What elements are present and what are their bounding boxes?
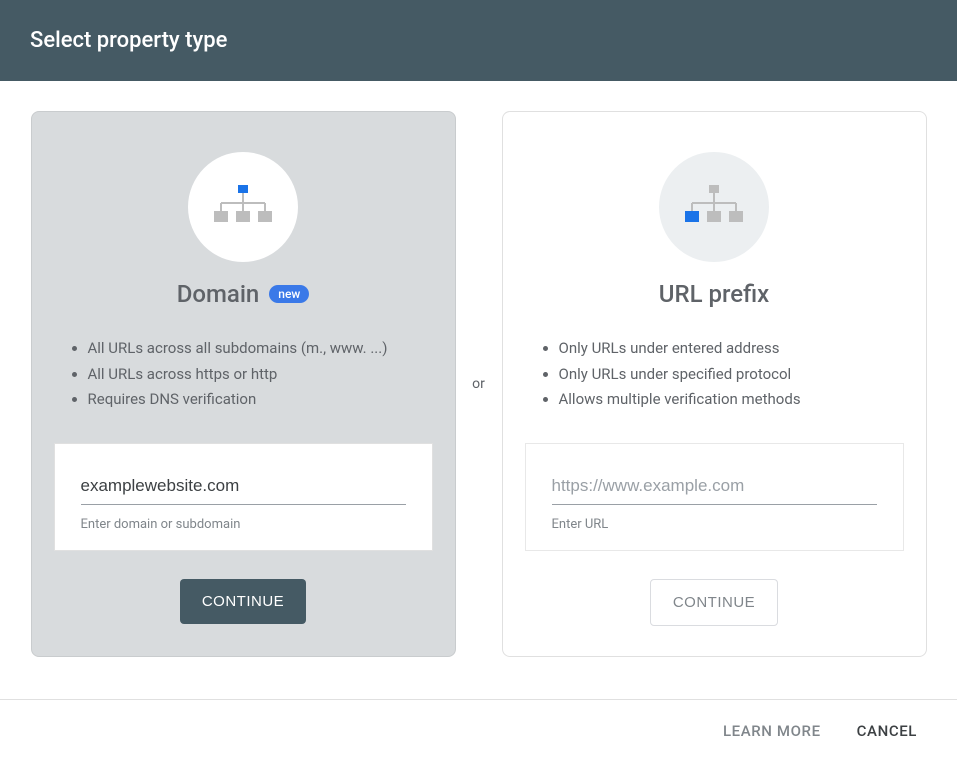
- sitemap-icon: [211, 183, 275, 231]
- learn-more-link[interactable]: LEARN MORE: [723, 722, 821, 740]
- url-hint: Enter URL: [552, 517, 877, 532]
- url-input-box: Enter URL: [525, 443, 904, 551]
- domain-continue-button[interactable]: CONTINUE: [180, 579, 306, 624]
- url-bullets: Only URLs under entered address Only URL…: [525, 336, 904, 413]
- domain-title: Domain: [177, 280, 260, 308]
- domain-bullet: All URLs across all subdomains (m., www.…: [88, 336, 433, 362]
- dialog-title: Select property type: [30, 28, 227, 53]
- url-bullet: Only URLs under specified protocol: [559, 362, 904, 388]
- or-divider: or: [456, 111, 502, 657]
- domain-title-row: Domain new: [177, 280, 310, 308]
- domain-input[interactable]: [81, 472, 406, 505]
- dialog-content: Domain new All URLs across all subdomain…: [0, 81, 957, 687]
- domain-bullet: Requires DNS verification: [88, 387, 433, 413]
- domain-icon-circle: [188, 152, 298, 262]
- url-continue-button[interactable]: CONTINUE: [650, 579, 778, 626]
- domain-hint: Enter domain or subdomain: [81, 517, 406, 532]
- domain-card[interactable]: Domain new All URLs across all subdomain…: [31, 111, 456, 657]
- sitemap-icon: [682, 183, 746, 231]
- url-icon-circle: [659, 152, 769, 262]
- url-title-row: URL prefix: [659, 280, 769, 308]
- url-input[interactable]: [552, 472, 877, 505]
- domain-bullets: All URLs across all subdomains (m., www.…: [54, 336, 433, 413]
- url-bullet: Only URLs under entered address: [559, 336, 904, 362]
- domain-bullet: All URLs across https or http: [88, 362, 433, 388]
- dialog-header: Select property type: [0, 0, 957, 81]
- dialog-footer: LEARN MORE CANCEL: [0, 699, 957, 762]
- domain-input-box: Enter domain or subdomain: [54, 443, 433, 551]
- cancel-button[interactable]: CANCEL: [857, 722, 917, 740]
- new-badge: new: [269, 285, 309, 303]
- url-prefix-card[interactable]: URL prefix Only URLs under entered addre…: [502, 111, 927, 657]
- url-bullet: Allows multiple verification methods: [559, 387, 904, 413]
- url-title: URL prefix: [659, 280, 769, 308]
